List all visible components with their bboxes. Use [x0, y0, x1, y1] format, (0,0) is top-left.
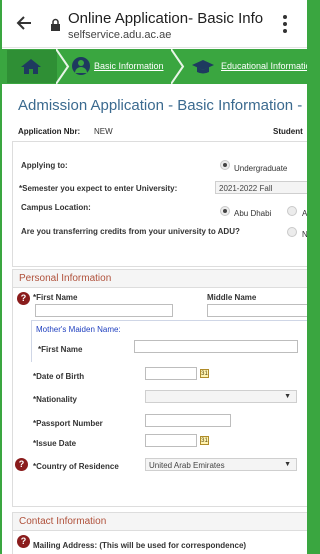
application-details-section: Applying to: Undergraduate *Semester you…	[12, 141, 307, 267]
lock-icon	[51, 18, 60, 31]
applying-to-label: Applying to:	[21, 161, 68, 170]
country-of-residence-select[interactable]: United Arab Emirates ▼	[145, 458, 297, 471]
campus-other-radio[interactable]	[287, 206, 297, 216]
calendar-icon[interactable]: 31	[200, 369, 209, 378]
personal-information-title: Personal Information	[13, 270, 307, 288]
middle-name-input[interactable]	[207, 304, 307, 317]
chevron-right-icon	[171, 49, 185, 84]
help-icon[interactable]: ?	[17, 535, 30, 548]
maiden-first-name-input[interactable]	[134, 340, 298, 353]
undergraduate-radio[interactable]	[220, 160, 230, 170]
mothers-maiden-name-title: Mother's Maiden Name:	[36, 325, 121, 334]
nationality-select[interactable]: ▼	[145, 390, 297, 403]
dropdown-arrow-icon: ▼	[284, 393, 291, 400]
transfer-no-option-label: N	[302, 230, 307, 239]
passport-number-label: *Passport Number	[33, 419, 103, 428]
date-of-birth-input[interactable]	[145, 367, 197, 380]
breadcrumb-basic-information[interactable]: Basic Information	[94, 61, 164, 71]
semester-label: *Semester you expect to enter University…	[19, 184, 178, 193]
semester-select[interactable]: 2021-2022 Fall	[215, 181, 307, 194]
breadcrumb: Basic Information Educational Informatio	[2, 49, 307, 84]
transfer-no-radio[interactable]	[287, 227, 297, 237]
application-heading: Admission Application - Basic Informatio…	[18, 97, 307, 114]
more-options-icon[interactable]	[282, 15, 288, 33]
home-breadcrumb[interactable]	[7, 50, 57, 83]
nationality-label: *Nationality	[33, 395, 78, 404]
passport-number-input[interactable]	[145, 414, 231, 427]
back-arrow-icon[interactable]	[14, 13, 34, 33]
country-of-residence-value: United Arab Emirates	[149, 461, 225, 470]
browser-window: Online Application- Basic Info selfservi…	[2, 0, 307, 554]
abu-dhabi-radio[interactable]	[220, 206, 230, 216]
abu-dhabi-option-label: Abu Dhabi	[234, 209, 272, 218]
help-icon[interactable]: ?	[15, 458, 28, 471]
contact-information-title: Contact Information	[13, 513, 307, 531]
country-of-residence-label: *Country of Residence	[33, 462, 119, 471]
mothers-maiden-name-group: Mother's Maiden Name: *First Name	[31, 320, 307, 362]
application-number-value: NEW	[94, 127, 113, 136]
user-icon	[72, 57, 90, 75]
help-icon[interactable]: ?	[17, 292, 30, 305]
maiden-first-name-label: *First Name	[38, 345, 83, 354]
page-title: Online Application- Basic Info	[68, 10, 264, 27]
chevron-right-icon	[56, 49, 70, 84]
semester-select-value: 2021-2022 Fall	[219, 184, 273, 193]
page-url[interactable]: selfservice.adu.ac.ae	[68, 29, 171, 41]
home-icon	[21, 59, 41, 74]
issue-date-input[interactable]	[145, 434, 197, 447]
personal-information-section: Personal Information ? *First Name Middl…	[12, 269, 307, 507]
graduation-cap-icon	[192, 60, 214, 74]
calendar-icon[interactable]: 31	[200, 436, 209, 445]
undergraduate-option-label: Undergraduate	[234, 164, 288, 173]
breadcrumb-educational-information[interactable]: Educational Informatio	[221, 61, 307, 71]
campus-location-label: Campus Location:	[21, 203, 91, 212]
campus-other-option-label: A	[302, 209, 307, 218]
student-label: Student	[273, 127, 303, 136]
middle-name-label: Middle Name	[207, 293, 257, 302]
browser-toolbar: Online Application- Basic Info selfservi…	[2, 0, 307, 48]
dropdown-arrow-icon: ▼	[284, 461, 291, 468]
contact-information-section: Contact Information ? Mailing Address: (…	[12, 512, 307, 554]
application-number-label: Application Nbr:	[18, 127, 81, 136]
issue-date-label: *Issue Date	[33, 439, 77, 448]
first-name-input[interactable]	[35, 304, 173, 317]
transfer-credits-label: Are you transferring credits from your u…	[21, 227, 240, 236]
date-of-birth-label: *Date of Birth	[33, 372, 85, 381]
first-name-label: *First Name	[33, 293, 78, 302]
mailing-address-label: Mailing Address: (This will be used for …	[33, 541, 247, 550]
